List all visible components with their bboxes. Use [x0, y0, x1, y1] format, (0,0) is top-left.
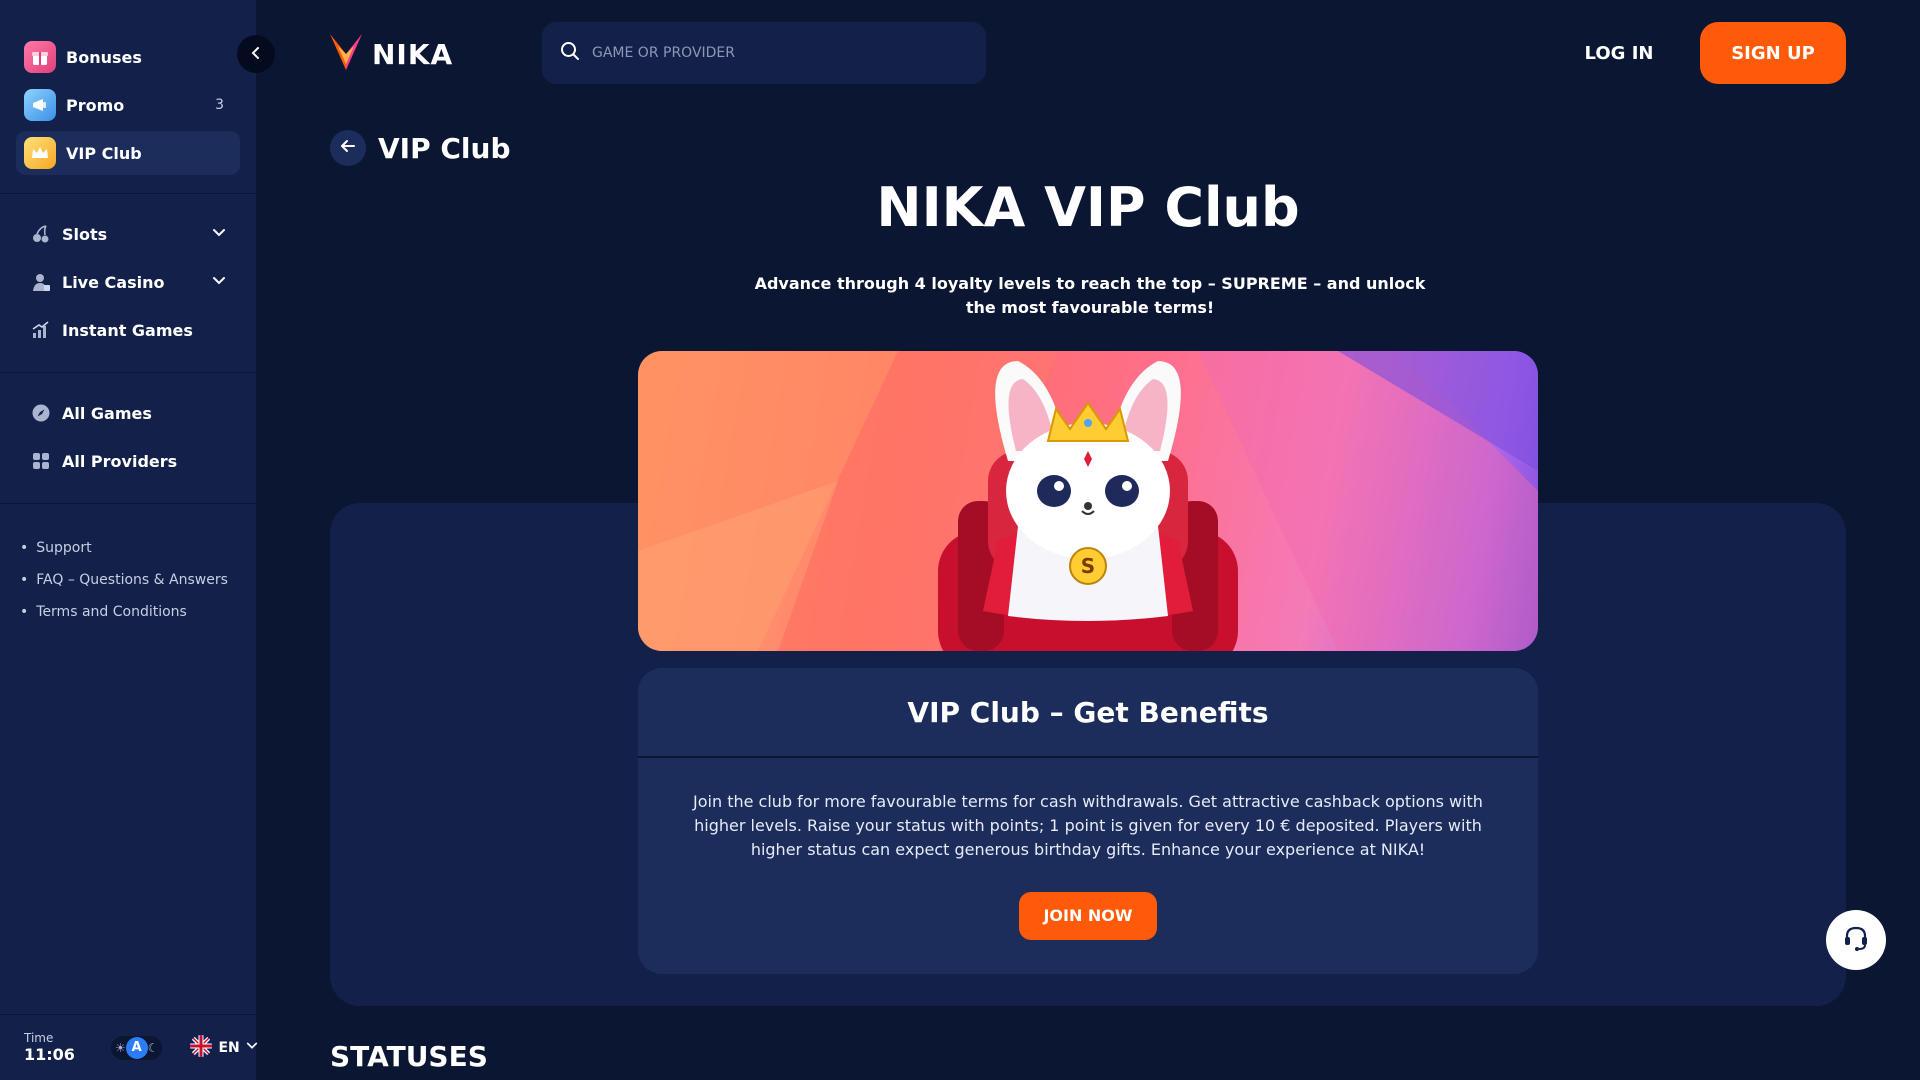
sidebar-item-live-casino[interactable]: Live Casino — [16, 258, 240, 306]
sidebar-item-label: Instant Games — [62, 320, 193, 340]
cherry-icon — [30, 223, 52, 245]
gift-icon — [24, 41, 56, 73]
sidebar-item-label: Live Casino — [62, 272, 165, 292]
chevron-down-icon — [246, 1040, 258, 1056]
sidebar-item-all-games[interactable]: All Games — [16, 389, 240, 437]
nika-logo[interactable]: NIKA — [328, 32, 453, 76]
vip-banner: S — [638, 351, 1538, 651]
sidebar-item-label: All Games — [62, 403, 152, 423]
sidebar-item-label: All Providers — [62, 451, 178, 471]
fox-logo-icon — [328, 32, 364, 76]
time-value: 11:06 — [24, 1045, 75, 1064]
uk-flag-icon — [190, 1034, 213, 1061]
signup-button[interactable]: SIGN UP — [1700, 22, 1846, 84]
faq-link[interactable]: FAQ – Questions & Answers — [20, 564, 236, 596]
sidebar-item-label: Slots — [62, 224, 108, 244]
terms-link[interactable]: Terms and Conditions — [20, 596, 236, 628]
benefits-body: Join the club for more favourable terms … — [638, 758, 1538, 940]
chart-bars-icon — [30, 319, 52, 341]
moon-icon[interactable]: ☾ — [148, 1041, 159, 1055]
sun-icon[interactable]: ☀ — [115, 1041, 126, 1055]
grid-icon — [30, 450, 52, 472]
dealer-icon — [30, 271, 52, 293]
benefits-title: VIP Club – Get Benefits — [638, 668, 1538, 758]
promo-count-badge: 3 — [215, 97, 224, 113]
live-support-button[interactable] — [1826, 910, 1886, 970]
chevron-down-icon[interactable] — [212, 273, 226, 292]
clock: Time 11:06 — [24, 1031, 75, 1064]
crown-icon — [24, 137, 56, 169]
catalog-nav: All Games All Providers — [0, 389, 256, 485]
vip-benefits-card: VIP Club – Get Benefits Join the club fo… — [638, 668, 1538, 974]
sidebar-item-label: Promo — [66, 95, 125, 115]
sidebar-item-slots[interactable]: Slots — [16, 210, 240, 258]
compass-icon — [30, 402, 52, 424]
logo-text: NIKA — [372, 37, 454, 71]
sidebar-item-instant-games[interactable]: Instant Games — [16, 306, 240, 354]
arrow-left-icon — [339, 137, 357, 159]
support-link[interactable]: Support — [20, 532, 236, 564]
join-now-button[interactable]: JOIN NOW — [1019, 892, 1157, 940]
page-title: VIP Club — [378, 131, 511, 165]
back-button[interactable] — [330, 130, 366, 166]
theme-auto-indicator[interactable]: A — [125, 1036, 148, 1059]
sidebar-collapse-button[interactable] — [237, 35, 275, 73]
sidebar-footer: Time 11:06 ☀ A ☾ EN — [0, 1014, 258, 1080]
statuses-heading: STATUSES — [330, 1040, 488, 1073]
sidebar-divider — [0, 193, 256, 194]
chevron-left-icon — [249, 45, 263, 64]
sidebar-divider — [0, 372, 256, 373]
search-input[interactable] — [592, 45, 952, 61]
hero-title: NIKA VIP Club — [876, 176, 1300, 239]
search-icon — [560, 41, 580, 65]
sidebar-item-promo[interactable]: Promo 3 — [16, 83, 240, 127]
fox-mascot-illustration: S — [938, 361, 1238, 651]
breadcrumb: VIP Club — [330, 130, 510, 166]
benefits-text: Join the club for more favourable terms … — [693, 792, 1483, 859]
promo-section: Bonuses Promo 3 VIP Club — [0, 0, 256, 175]
sidebar: Bonuses Promo 3 VIP Club Slots Live Casi… — [0, 0, 258, 1080]
help-links: Support FAQ – Questions & Answers Terms … — [0, 520, 256, 640]
language-code: EN — [218, 1039, 240, 1056]
sidebar-item-label: Bonuses — [66, 47, 142, 67]
sidebar-item-bonuses[interactable]: Bonuses — [16, 35, 240, 79]
medal-letter: S — [1081, 554, 1095, 578]
sidebar-item-vip-club[interactable]: VIP Club — [16, 131, 240, 175]
theme-toggle[interactable]: ☀ A ☾ — [110, 1035, 163, 1060]
language-selector[interactable]: EN — [190, 1034, 258, 1061]
headset-chat-icon — [1840, 922, 1872, 958]
hero-subtitle: Advance through 4 loyalty levels to reac… — [754, 274, 1426, 317]
search-bar[interactable] — [542, 22, 986, 84]
sidebar-item-all-providers[interactable]: All Providers — [16, 437, 240, 485]
chevron-down-icon[interactable] — [212, 225, 226, 244]
time-label: Time — [24, 1031, 54, 1045]
game-nav: Slots Live Casino Instant Games — [0, 210, 256, 354]
sidebar-item-label: VIP Club — [66, 143, 142, 163]
sidebar-divider — [0, 503, 256, 504]
login-button[interactable]: LOG IN — [1564, 22, 1674, 84]
megaphone-icon — [24, 89, 56, 121]
